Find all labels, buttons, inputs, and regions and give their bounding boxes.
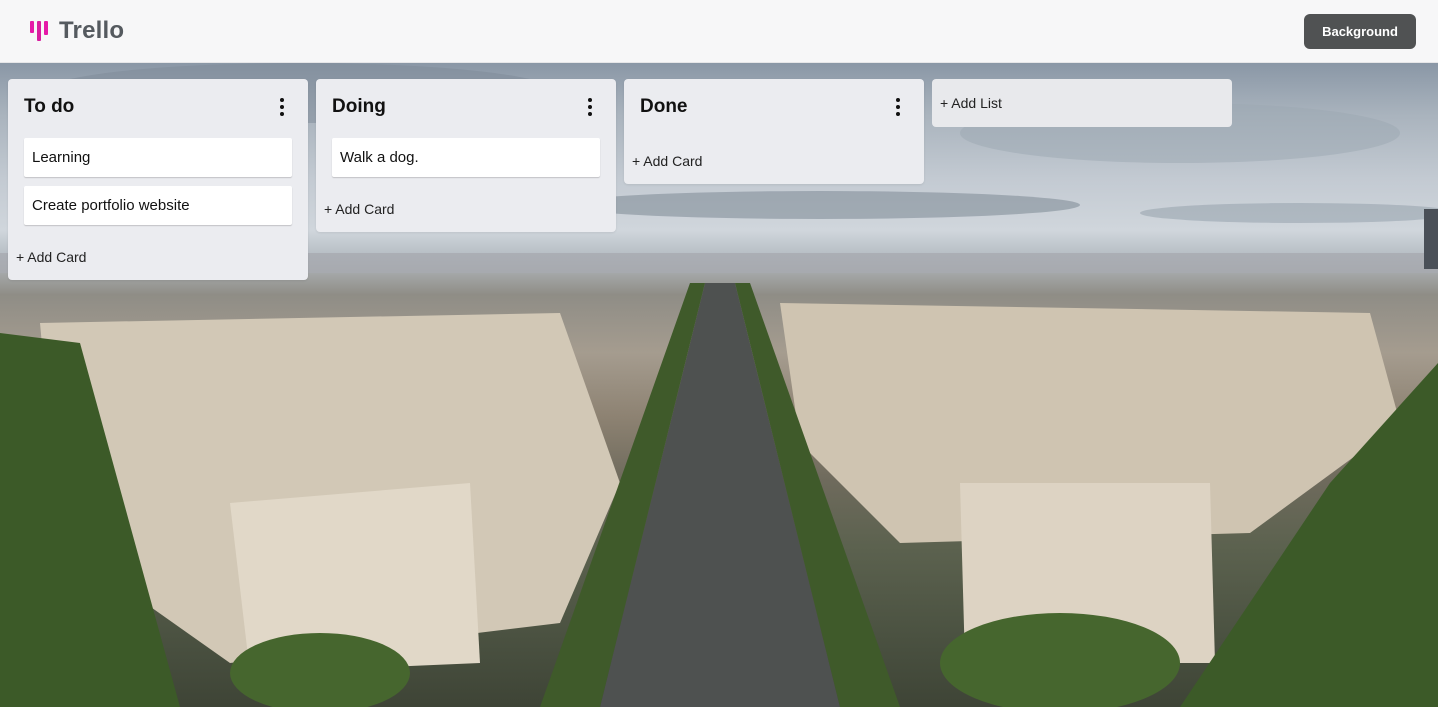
board: To do Learning Create portfolio website … xyxy=(0,63,1438,707)
card-list: Walk a dog. xyxy=(316,134,616,177)
app-logo[interactable]: Trello xyxy=(30,17,124,45)
more-vertical-icon[interactable] xyxy=(272,97,292,117)
add-card-button[interactable]: + Add Card xyxy=(8,234,308,280)
list-title: To do xyxy=(24,95,75,117)
card[interactable]: Learning xyxy=(24,138,292,177)
list-doing: Doing Walk a dog. + Add Card xyxy=(316,79,616,232)
background-button[interactable]: Background xyxy=(1304,13,1416,49)
list-to-do: To do Learning Create portfolio website … xyxy=(8,79,308,280)
add-card-button[interactable]: + Add Card xyxy=(316,186,616,232)
add-card-button[interactable]: + Add Card xyxy=(624,138,924,184)
trello-logo-icon xyxy=(30,21,48,41)
card-list: Learning Create portfolio website xyxy=(8,134,308,225)
more-vertical-icon[interactable] xyxy=(888,97,908,117)
list-title: Done xyxy=(640,95,688,117)
list-header: To do xyxy=(8,79,308,134)
card[interactable]: Walk a dog. xyxy=(332,138,600,177)
list-done: Done + Add Card xyxy=(624,79,924,184)
app-title: Trello xyxy=(59,17,125,44)
top-header: Trello Background xyxy=(0,0,1438,63)
card[interactable]: Create portfolio website xyxy=(24,186,292,225)
list-header: Done xyxy=(624,79,924,134)
more-vertical-icon[interactable] xyxy=(580,97,600,117)
add-list-button[interactable]: + Add List xyxy=(932,79,1232,127)
list-title: Doing xyxy=(332,95,386,117)
list-header: Doing xyxy=(316,79,616,134)
